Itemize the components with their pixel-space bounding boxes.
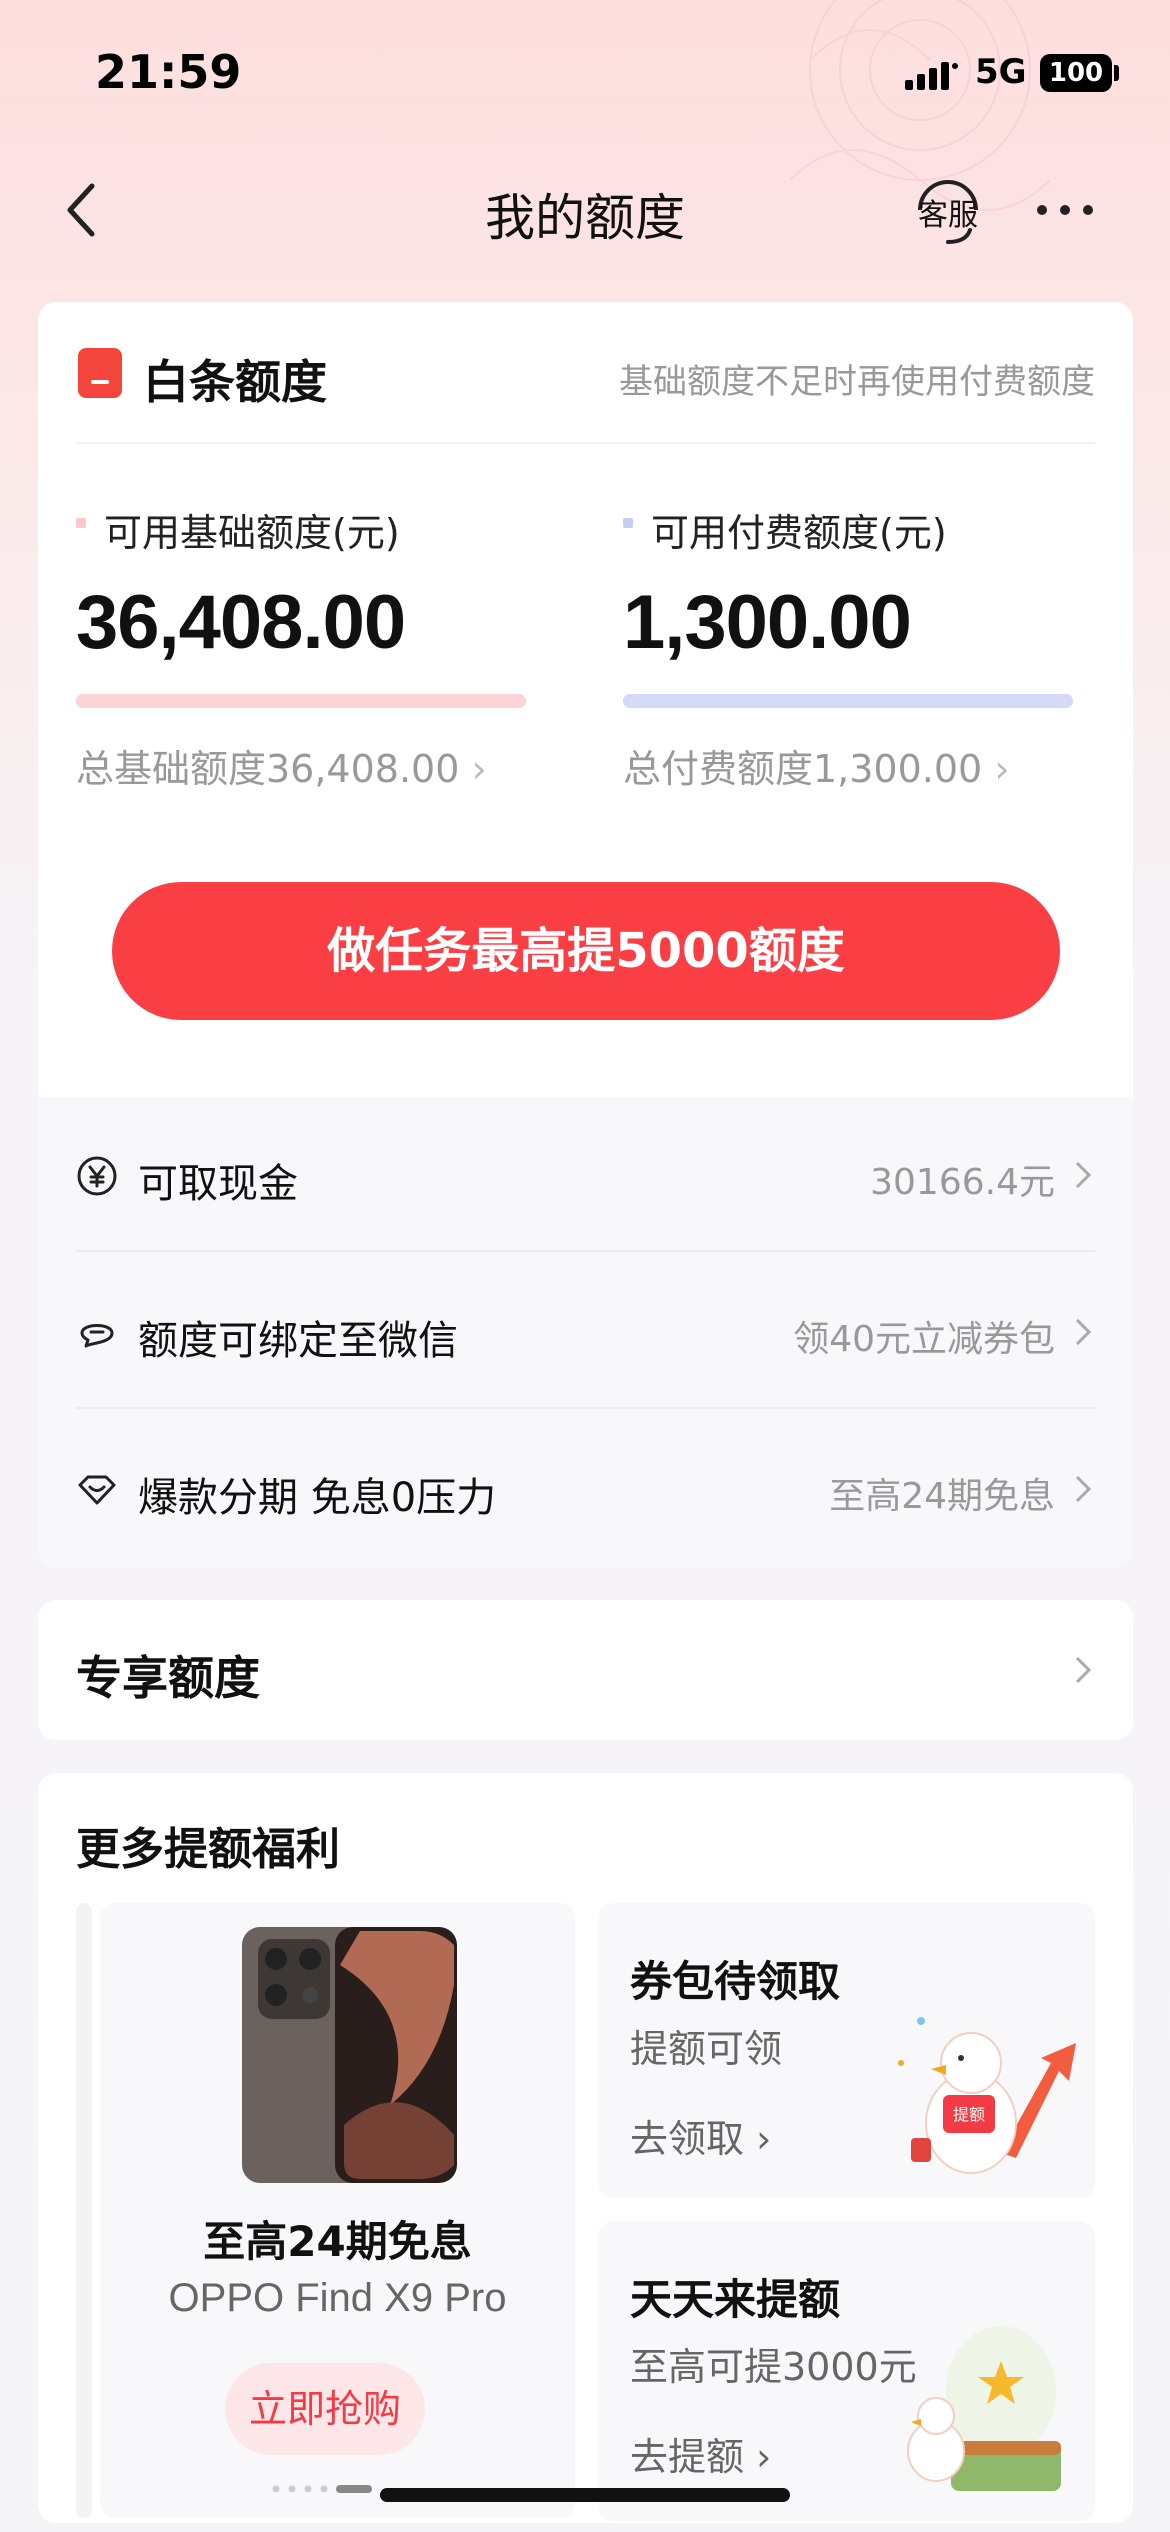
chevron-right-icon: › <box>994 747 1010 791</box>
product-name: OPPO Find X9 Pro <box>168 2276 507 2320</box>
feature-item-wechat[interactable]: 额度可绑定至微信 领40元立减券包 <box>76 1254 1095 1409</box>
battery-icon: 100 <box>1040 54 1112 92</box>
chevron-right-icon <box>1075 1161 1092 1189</box>
baitiao-header: 白条额度 基础额度不足时再使用付费额度 <box>38 302 1133 442</box>
chat-icon <box>80 1324 114 1348</box>
customer-service-button[interactable]: 客服 <box>908 170 988 250</box>
status-bar: 21:59 5G 100 <box>0 0 1170 150</box>
daily-raise-link-label: 去提额 <box>630 2435 745 2479</box>
coupon-pack-link[interactable]: 去领取 › <box>630 2108 771 2163</box>
exclusive-quota-title: 专享额度 <box>76 1651 260 1705</box>
battery-tip <box>1114 65 1119 81</box>
baitiao-hint: 基础额度不足时再使用付费额度 <box>619 362 1095 402</box>
more-icon[interactable] <box>1030 180 1100 240</box>
chevron-right-icon <box>1075 1318 1092 1346</box>
coupon-pack-card[interactable]: 券包待领取 提额可领 去领取 › 提额 <box>598 1903 1095 2198</box>
daily-raise-title: 天天来提额 <box>630 2275 841 2324</box>
feature-label: 额度可绑定至微信 <box>138 1318 458 1364</box>
coupon-pack-title: 券包待领取 <box>630 1957 841 2006</box>
coupon-pack-link-label: 去领取 <box>630 2117 745 2161</box>
signal-icon <box>905 62 958 90</box>
base-quota-dot <box>76 518 86 528</box>
product-promo-title: 至高24期免息 <box>203 2217 472 2266</box>
daily-raise-link[interactable]: 去提额 › <box>630 2426 771 2481</box>
base-quota-label: 可用基础额度(元) <box>104 511 400 555</box>
egg-treasure-icon <box>907 2326 1061 2491</box>
more-benefits-title: 更多提额福利 <box>76 1824 340 1875</box>
paid-quota-dot <box>623 518 633 528</box>
chevron-right-icon: › <box>756 2117 772 2161</box>
paid-quota: 可用付费额度(元) 1,300.00 总付费额度1,300.00 › <box>623 502 1073 793</box>
network-type: 5G <box>975 52 1027 92</box>
baitiao-card: 白条额度 基础额度不足时再使用付费额度 可用基础额度(元) 36,408.00 … <box>38 302 1133 1567</box>
chevron-right-icon <box>1075 1656 1092 1684</box>
coupon-pack-sub: 提额可领 <box>630 2027 783 2071</box>
baitiao-icon <box>78 348 122 398</box>
phone-image <box>242 1927 457 2183</box>
feature-item-installment[interactable]: 爆款分期 免息0压力 至高24期免息 <box>76 1411 1095 1566</box>
more-benefits-card: 更多提额福利 至高24期免息 OPPO Find X9 Pro 立即抢购 券包待… <box>38 1773 1133 2523</box>
divider <box>76 442 1095 444</box>
base-quota-total: 总基础额度36,408.00 <box>76 747 460 791</box>
feature-label: 可取现金 <box>138 1161 298 1207</box>
daily-raise-card[interactable]: 天天来提额 至高可提3000元 去提额 › <box>598 2221 1095 2521</box>
feature-value: 至高24期免息 <box>829 1476 1055 1517</box>
feature-label: 爆款分期 免息0压力 <box>138 1475 497 1521</box>
nav-bar: 我的额度 客服 <box>0 160 1170 260</box>
paid-quota-label-wrap: 可用付费额度(元) <box>623 502 1073 557</box>
paid-quota-label: 可用付费额度(元) <box>651 511 947 555</box>
base-quota-value: 36,408.00 <box>76 580 406 665</box>
paid-quota-total: 总付费额度1,300.00 <box>623 747 983 791</box>
base-quota-label-wrap: 可用基础额度(元) <box>76 502 526 557</box>
base-quota-bar <box>76 694 526 708</box>
baitiao-title: 白条额度 <box>143 355 327 409</box>
paid-quota-value: 1,300.00 <box>623 580 912 665</box>
feature-item-cash[interactable]: 可取现金 30166.4元 <box>76 1097 1095 1252</box>
carousel-prev-edge <box>76 1903 92 2518</box>
mascot-badge-text: 提额 <box>953 2105 985 2124</box>
feature-value: 领40元立减券包 <box>793 1319 1055 1360</box>
status-time: 21:59 <box>95 45 242 99</box>
base-quota-total-link[interactable]: 总基础额度36,408.00 › <box>76 738 526 793</box>
paid-quota-bar <box>623 694 1073 708</box>
duck-mascot-icon: 提额 <box>898 2017 1076 2174</box>
chevron-right-icon: › <box>756 2435 772 2479</box>
buy-now-button[interactable]: 立即抢购 <box>225 2363 425 2455</box>
home-indicator <box>380 2488 790 2502</box>
product-promo[interactable]: 至高24期免息 OPPO Find X9 Pro 立即抢购 <box>100 1903 575 2518</box>
feature-list: 可取现金 30166.4元 额度可绑定至微信 领40元立减券包 爆款分期 免息0… <box>38 1097 1133 1567</box>
yen-icon <box>77 1156 117 1196</box>
feature-value: 30166.4元 <box>870 1162 1055 1203</box>
chevron-right-icon <box>1075 1475 1092 1503</box>
customer-service-label: 客服 <box>918 198 978 233</box>
heart-icon <box>78 1475 116 1505</box>
task-raise-quota-button[interactable]: 做任务最高提5000额度 <box>112 882 1060 1020</box>
daily-raise-sub: 至高可提3000元 <box>630 2345 917 2389</box>
base-quota: 可用基础额度(元) 36,408.00 总基础额度36,408.00 › <box>76 502 526 793</box>
paid-quota-total-link[interactable]: 总付费额度1,300.00 › <box>623 738 1073 793</box>
chevron-right-icon: › <box>471 747 487 791</box>
page-title: 我的额度 <box>485 189 685 247</box>
exclusive-quota-row[interactable]: 专享额度 <box>38 1600 1133 1740</box>
